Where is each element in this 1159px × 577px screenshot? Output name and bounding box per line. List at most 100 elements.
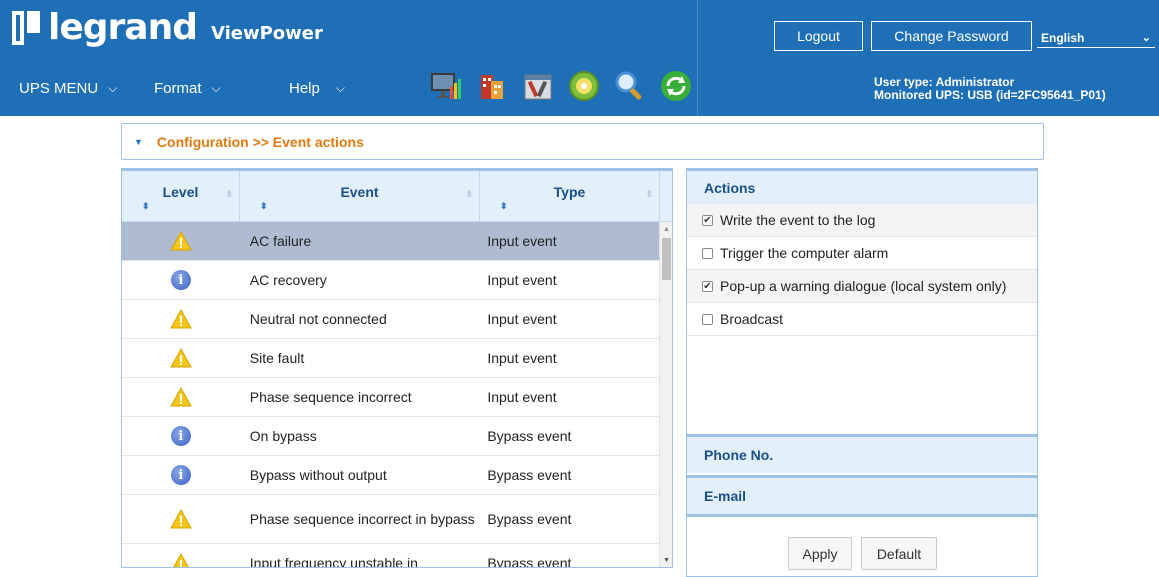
format-menu-dropdown[interactable]: Format ⌵ (154, 80, 221, 97)
chevron-down-icon: ⌵ (211, 81, 221, 95)
help-menu-dropdown[interactable]: Help ⌵ (289, 80, 345, 97)
action-label: Pop-up a warning dialogue (local system … (720, 278, 1007, 294)
sort-icon: ⬍ (260, 201, 268, 211)
column-event-label: Event (340, 184, 379, 200)
table-row[interactable]: Site fault Input event (122, 339, 659, 378)
level-cell (122, 509, 240, 529)
table-row[interactable]: i On bypass Bypass event (122, 417, 659, 456)
actions-panel: Actions ✔ Write the event to the log Trigg… (686, 168, 1038, 577)
type-cell: Input event (487, 311, 557, 327)
event-cell: Neutral not connected (249, 310, 387, 327)
sort-indicator-icon: ⬍ (465, 189, 473, 199)
column-level-label: Level (162, 184, 199, 200)
event-table: Level ⬍ ⬍ Event ⬍ ⬍ Type ⬍ ⬍ AC failure I… (121, 168, 673, 568)
collapse-triangle-icon[interactable]: ▼ (134, 137, 143, 147)
table-row[interactable]: Phase sequence incorrect Input event (122, 378, 659, 417)
search-icon[interactable] (612, 68, 648, 104)
column-level[interactable]: Level ⬍ ⬍ (122, 171, 240, 221)
event-cell: On bypass (249, 427, 317, 444)
actions-header: Actions (687, 171, 1037, 204)
help-menu-label: Help (289, 80, 320, 97)
level-cell: i (122, 465, 240, 485)
info-icon: i (170, 465, 191, 485)
refresh-icon[interactable] (658, 68, 694, 104)
chevron-down-icon: ⌄ (1141, 32, 1151, 44)
phone-section-header[interactable]: Phone No. (687, 437, 1037, 473)
format-menu-label: Format (154, 80, 202, 97)
checkbox-unchecked[interactable] (702, 313, 713, 325)
type-cell: Input event (487, 350, 557, 366)
breadcrumb[interactable]: ▼ Configuration >> Event actions (121, 123, 1044, 160)
checkbox-checked[interactable]: ✔ (702, 214, 713, 226)
actions-list: ✔ Write the event to the log Trigger the c… (687, 204, 1037, 336)
app-name: ViewPower (210, 22, 323, 44)
ups-menu-dropdown[interactable]: UPS MENU ⌵ (19, 80, 117, 97)
change-password-button[interactable]: Change Password (871, 21, 1032, 51)
sort-indicator-icon: ⬍ (225, 189, 233, 199)
event-cell: AC recovery (249, 271, 327, 288)
building-icon[interactable] (474, 68, 510, 104)
legrand-logo: legrand ViewPower (12, 6, 323, 50)
section-divider (687, 514, 1037, 517)
column-event[interactable]: Event ⬍ ⬍ (240, 171, 480, 221)
type-cell: Bypass event (487, 511, 572, 527)
warning-icon (173, 553, 189, 567)
table-row[interactable]: Phase sequence incorrect in bypass Bypass… (122, 495, 659, 544)
default-button[interactable]: Default (861, 537, 937, 570)
apply-button[interactable]: Apply (788, 537, 852, 570)
type-cell: Input event (487, 389, 557, 405)
column-type[interactable]: Type ⬍ ⬍ (480, 171, 660, 221)
column-type-label: Type (553, 184, 586, 200)
table-row[interactable]: Input frequency unstable in Bypass event (122, 544, 659, 568)
monitor-chart-icon[interactable] (428, 68, 464, 104)
sort-icon: ⬍ (142, 201, 150, 211)
brand-name: legrand (48, 7, 198, 48)
event-cell: Input frequency unstable in (249, 554, 418, 568)
level-cell (122, 231, 240, 251)
table-row[interactable]: Neutral not connected Input event (122, 300, 659, 339)
email-section-header[interactable]: E-mail (687, 478, 1037, 514)
action-label: Trigger the computer alarm (720, 245, 889, 261)
table-row[interactable]: AC failure Input event (122, 222, 659, 261)
scroll-down-icon[interactable]: ▼ (663, 557, 670, 564)
type-cell: Input event (487, 233, 557, 249)
user-info: User type: Administrator Monitored UPS: … (874, 76, 1106, 102)
event-cell: Phase sequence incorrect in bypass (249, 510, 475, 527)
scroll-up-icon[interactable]: ▲ (663, 226, 670, 233)
warning-icon (170, 231, 192, 251)
sort-icon: ⬍ (500, 201, 508, 211)
table-scrollbar[interactable]: ▲ ▼ (659, 222, 672, 567)
table-row[interactable]: i AC recovery Input event (122, 261, 659, 300)
type-cell: Bypass event (487, 555, 572, 568)
language-value: English (1041, 30, 1085, 45)
header-divider (697, 0, 698, 116)
action-item[interactable]: Trigger the computer alarm (687, 237, 1037, 270)
action-item[interactable]: Broadcast (687, 303, 1037, 336)
type-cell: Bypass event (487, 428, 572, 444)
app-header: legrand ViewPower Logout Change Password… (0, 0, 1159, 116)
action-item[interactable]: ✔ Pop-up a warning dialogue (local system… (687, 270, 1037, 303)
scroll-thumb[interactable] (662, 238, 671, 280)
chevron-down-icon: ⌵ (108, 81, 118, 95)
table-body: AC failure Input event i AC recovery Input e… (122, 222, 659, 568)
table-row[interactable]: i Bypass without output Bypass event (122, 456, 659, 495)
language-select[interactable]: English ⌄ (1037, 28, 1155, 48)
chevron-down-icon: ⌵ (335, 81, 345, 95)
logout-button[interactable]: Logout (774, 21, 863, 51)
level-cell (122, 348, 240, 368)
event-cell: Bypass without output (249, 466, 387, 483)
action-item[interactable]: ✔ Write the event to the log (687, 204, 1037, 237)
level-cell (122, 553, 240, 567)
event-cell: AC failure (249, 232, 312, 249)
event-cell: Site fault (249, 349, 305, 366)
warning-icon (170, 348, 192, 368)
checkbox-checked[interactable]: ✔ (702, 280, 713, 292)
level-cell: i (122, 426, 240, 446)
level-cell (122, 387, 240, 407)
settings-disc-icon[interactable] (566, 68, 602, 104)
tools-icon[interactable] (520, 68, 556, 104)
event-cell: Phase sequence incorrect (249, 388, 412, 405)
checkbox-unchecked[interactable] (702, 247, 713, 259)
action-label: Write the event to the log (720, 212, 876, 228)
table-header: Level ⬍ ⬍ Event ⬍ ⬍ Type ⬍ ⬍ (122, 171, 672, 222)
